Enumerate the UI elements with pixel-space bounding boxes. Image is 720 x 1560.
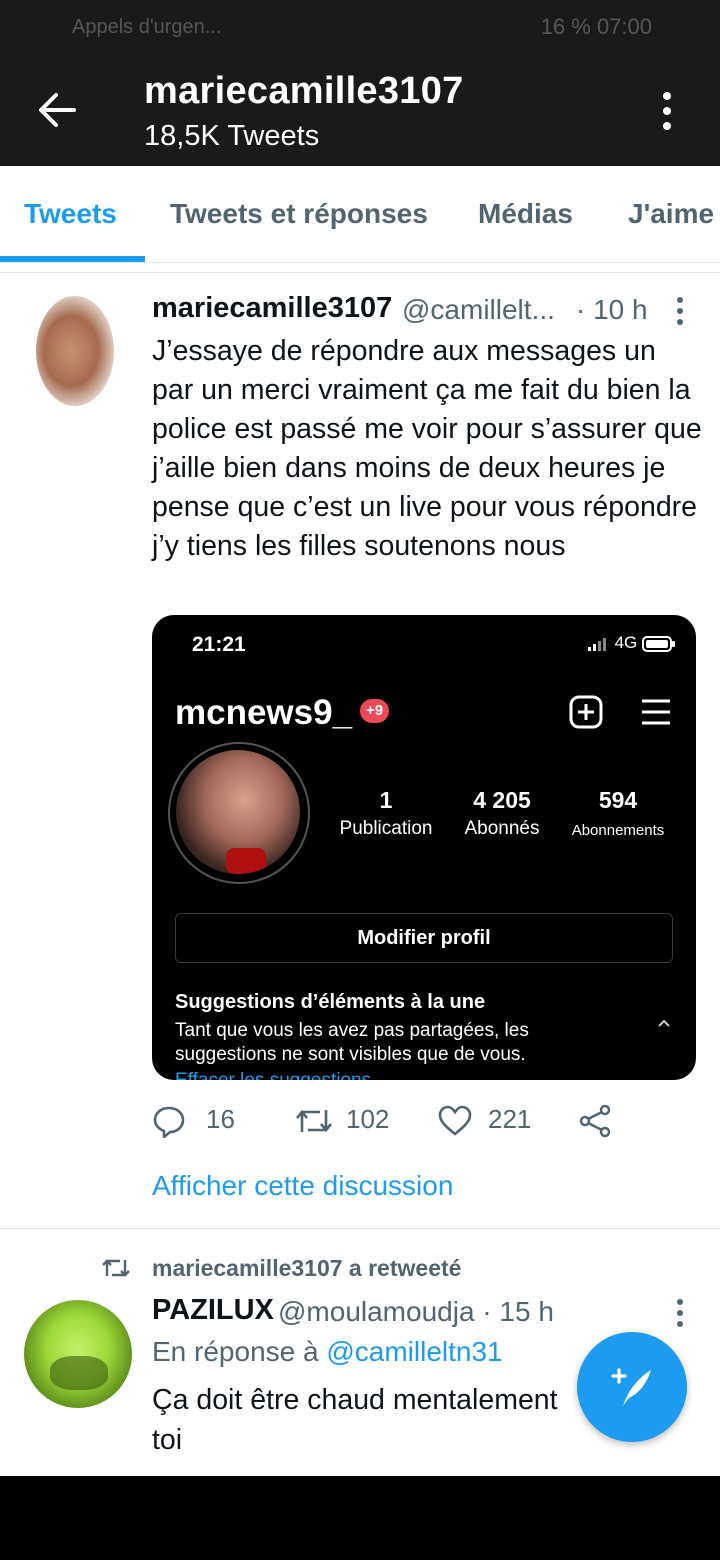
retweet-button[interactable]: 102 xyxy=(294,1100,414,1140)
retweet-icon xyxy=(296,1109,332,1133)
compose-tweet-button[interactable] xyxy=(577,1332,687,1442)
tweet-image[interactable]: 21:21 4G mcnews9_ +9 1 Publication 4 205… xyxy=(152,615,696,1080)
network-label: 4G xyxy=(614,633,638,652)
embed-username: mcnews9_ xyxy=(175,693,353,732)
add-post-icon xyxy=(569,695,603,729)
embed-status-network: 4G xyxy=(587,633,676,653)
status-left-text: Appels d'urgen... xyxy=(72,16,222,38)
top-app-bar: Appels d'urgen... 16 % 07:00 mariecamill… xyxy=(0,0,720,166)
tweet-count: 18,5K Tweets xyxy=(144,120,320,152)
reply-prefix: En réponse à xyxy=(152,1336,319,1367)
tweet-actions: 16 102 221 xyxy=(152,1100,712,1140)
avatar[interactable] xyxy=(24,1300,132,1408)
retweeted-by-label[interactable]: mariecamille3107 a retweeté xyxy=(152,1255,461,1282)
divider xyxy=(0,272,720,273)
retweet-icon xyxy=(102,1259,130,1277)
notification-badge: +9 xyxy=(360,699,390,723)
tab-likes[interactable]: J'aime xyxy=(628,198,714,230)
tweet-author-handle: @moulamoudja · 15 h xyxy=(278,1296,554,1327)
stat-value: 594 xyxy=(598,787,638,813)
like-count: 221 xyxy=(488,1104,532,1134)
stat-following: 594 Abonnements xyxy=(562,787,674,839)
tab-media[interactable]: Médias xyxy=(478,198,573,230)
tweet-time: · 10 h xyxy=(576,294,648,325)
arrow-left-icon xyxy=(39,93,76,127)
reply-icon xyxy=(153,1106,185,1138)
stat-label: Abonnés xyxy=(464,818,540,839)
system-navigation-bar xyxy=(0,1476,720,1560)
reply-mention-link[interactable]: @camilleltn31 xyxy=(326,1336,502,1367)
reply-count: 16 xyxy=(206,1104,235,1134)
tweet-author-handle: @camillelt... xyxy=(402,294,555,325)
stat-label: Abonnements xyxy=(571,822,665,839)
like-button[interactable]: 221 xyxy=(438,1100,558,1140)
retweet-count: 102 xyxy=(346,1104,390,1134)
reply-context: En réponse à @camilleltn31 xyxy=(152,1336,503,1368)
profile-title: mariecamille3107 xyxy=(144,70,464,112)
stat-value: 4 205 xyxy=(473,787,531,813)
chevron-up-icon xyxy=(658,1019,670,1027)
active-tab-indicator xyxy=(0,256,145,262)
tweet-more-button[interactable] xyxy=(674,296,686,326)
tweet-text: J’essaye de répondre aux messages un par… xyxy=(152,335,702,562)
more-vertical-icon xyxy=(663,92,671,130)
tweet-author-name[interactable]: PAZILUX xyxy=(152,1294,274,1327)
tweet-text: Ça doit être chaud mentalement toi xyxy=(152,1384,558,1456)
tweet-more-button[interactable] xyxy=(674,1298,686,1328)
profile-tabs: Tweets Tweets et réponses Médias J'aime xyxy=(0,166,720,263)
like-icon xyxy=(438,1105,472,1136)
status-bar: Appels d'urgen... 16 % 07:00 xyxy=(0,0,720,56)
status-right-text: 16 % 07:00 xyxy=(540,14,652,39)
menu-icon xyxy=(642,699,670,725)
avatar[interactable] xyxy=(36,296,114,406)
tab-tweets-replies[interactable]: Tweets et réponses xyxy=(170,198,428,230)
suggestions-text: Tant que vous les avez pas partagées, le… xyxy=(175,1020,529,1065)
divider xyxy=(0,1228,720,1229)
stat-value: 1 xyxy=(379,787,393,813)
compose-icon xyxy=(611,1368,651,1406)
stat-publications: 1 Publication xyxy=(332,787,440,840)
show-thread-link[interactable]: Afficher cette discussion xyxy=(152,1170,453,1202)
more-horizontal-icon xyxy=(677,297,683,325)
tweet-author-name[interactable]: mariecamille3107 xyxy=(152,292,392,325)
signal-icon xyxy=(587,637,606,651)
stat-label: Publication xyxy=(339,818,433,839)
tab-tweets[interactable]: Tweets xyxy=(24,198,117,230)
reply-button[interactable]: 16 xyxy=(152,1100,252,1140)
stat-followers: 4 205 Abonnés xyxy=(452,787,552,840)
overflow-menu-button[interactable] xyxy=(656,90,678,134)
suggestions-title: Suggestions d’éléments à la une xyxy=(175,991,486,1013)
edit-profile-button: Modifier profil xyxy=(175,913,673,963)
embed-status-time: 21:21 xyxy=(192,633,246,656)
clear-suggestions-link: Effacer les suggestions xyxy=(175,1070,371,1080)
share-icon xyxy=(579,1104,611,1138)
share-button[interactable] xyxy=(578,1100,618,1140)
embed-avatar xyxy=(176,750,300,874)
more-horizontal-icon xyxy=(677,1299,683,1327)
battery-icon xyxy=(642,635,675,652)
back-button[interactable] xyxy=(36,90,78,130)
